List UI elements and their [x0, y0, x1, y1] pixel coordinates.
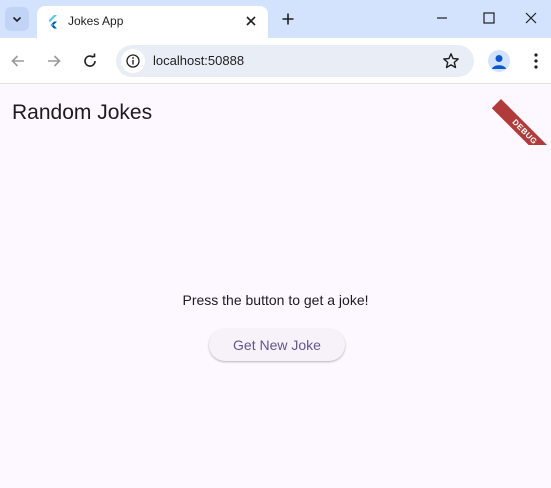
info-icon [126, 54, 140, 68]
account-icon [492, 55, 506, 69]
url-text[interactable]: localhost:50888 [153, 53, 244, 69]
tab-search-button[interactable] [5, 7, 29, 31]
page-title: Random Jokes [12, 101, 153, 124]
profile-button[interactable] [488, 50, 510, 72]
window-close-button[interactable] [511, 0, 551, 36]
debug-banner: DEBUG [491, 85, 551, 145]
back-button[interactable] [6, 49, 30, 73]
star-icon[interactable] [442, 52, 460, 70]
arrow-left-icon [11, 55, 24, 67]
app-body: Random Jokes Press the button to get a j… [0, 85, 551, 488]
new-tab-button[interactable] [277, 8, 299, 30]
address-bar[interactable]: localhost:50888 [116, 45, 474, 77]
minimize-button[interactable] [419, 0, 465, 36]
joke-text: Press the button to get a joke! [182, 292, 369, 308]
flutter-icon [48, 15, 57, 29]
forward-button[interactable] [42, 49, 66, 73]
maximize-button[interactable] [466, 0, 512, 36]
more-vertical-icon [534, 53, 538, 69]
get-new-joke-button[interactable]: Get New Joke [209, 329, 345, 361]
site-info-button[interactable] [121, 49, 145, 73]
tab-title: Jokes App [68, 14, 124, 28]
arrow-right-icon [48, 55, 61, 67]
maximize-icon [483, 12, 495, 24]
tab-close-button[interactable] [242, 12, 260, 30]
plus-icon [282, 13, 294, 25]
minimize-icon [437, 17, 447, 19]
close-icon [525, 12, 537, 24]
reload-icon [84, 53, 96, 67]
reload-button[interactable] [78, 49, 102, 73]
chevron-down-icon [12, 16, 22, 23]
debug-label: DEBUG [491, 99, 551, 145]
browser-menu-button[interactable] [526, 50, 546, 72]
browser-toolbar: localhost:50888 [0, 38, 551, 84]
close-icon [246, 16, 256, 26]
tab-strip: Jokes App [0, 0, 551, 38]
tab-jokes-app[interactable]: Jokes App [37, 6, 268, 38]
